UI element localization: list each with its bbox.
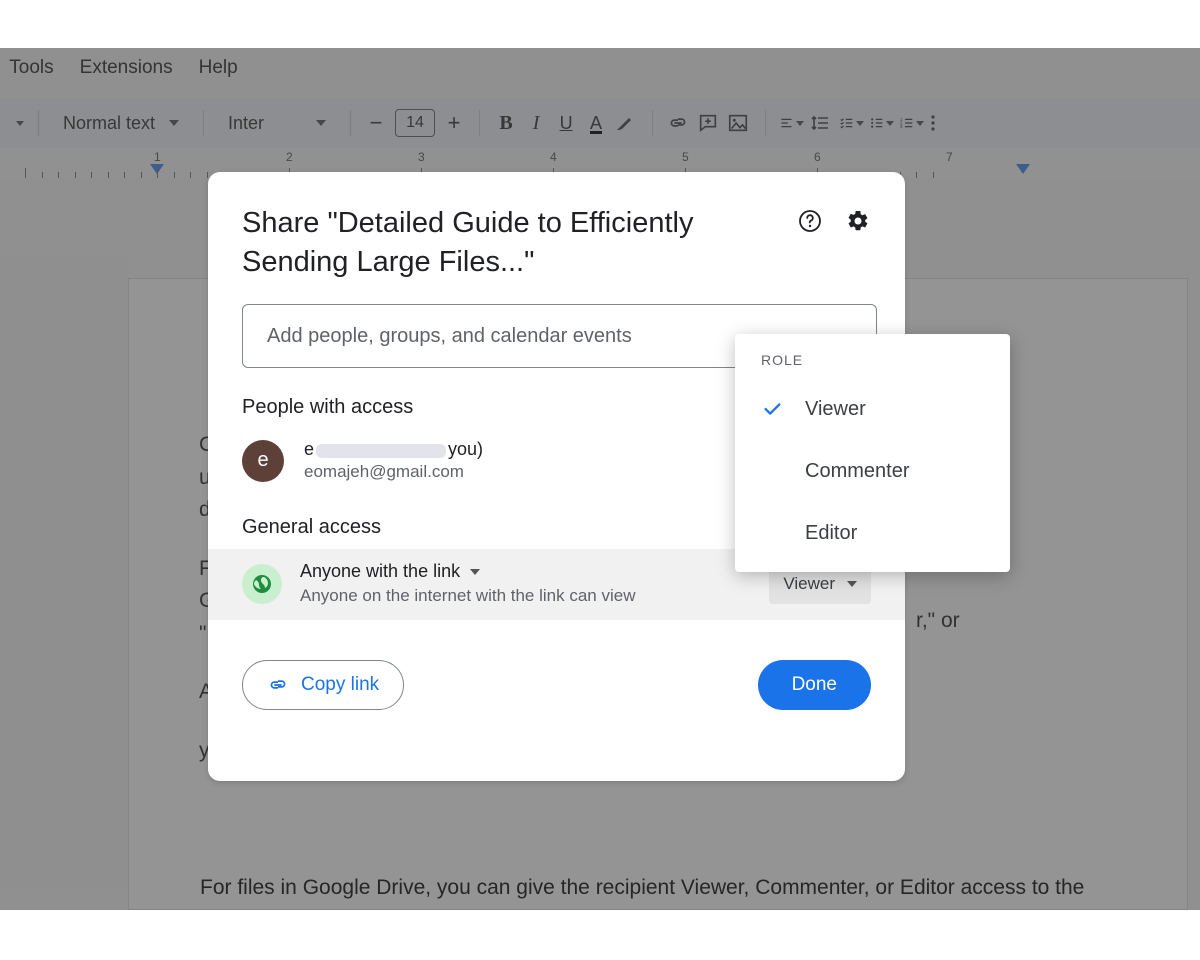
link-role-label: Viewer <box>783 574 835 594</box>
role-option-viewer[interactable]: Viewer <box>735 378 1010 440</box>
help-icon[interactable] <box>797 208 823 234</box>
role-option-editor[interactable]: Editor <box>735 502 1010 564</box>
document-text-below: For files in Google Drive, you can give … <box>200 876 1120 900</box>
role-option-commenter[interactable]: Commenter <box>735 440 1010 502</box>
owner-email: eomajeh@gmail.com <box>304 462 483 482</box>
app-root: t Tools Extensions Help Normal text Inte… <box>0 0 1200 960</box>
role-menu: ROLE Viewer Commenter Editor <box>735 334 1010 572</box>
link-access-subtitle: Anyone on the internet with the link can… <box>300 586 635 606</box>
role-option-label: Editor <box>805 522 857 545</box>
owner-name: eyou) <box>304 439 483 460</box>
role-menu-label: ROLE <box>735 348 1010 378</box>
redacted-name <box>316 444 446 458</box>
check-icon <box>761 398 783 420</box>
done-button[interactable]: Done <box>758 660 871 710</box>
copy-link-label: Copy link <box>301 674 379 696</box>
avatar: e <box>242 440 284 482</box>
copy-link-button[interactable]: Copy link <box>242 660 404 710</box>
settings-icon[interactable] <box>845 208 871 234</box>
link-access-label: Anyone with the link <box>300 561 460 582</box>
chevron-down-icon <box>470 569 480 575</box>
chevron-down-icon <box>847 581 857 587</box>
add-people-placeholder: Add people, groups, and calendar events <box>267 325 632 348</box>
link-access-dropdown[interactable]: Anyone with the link <box>300 561 635 582</box>
globe-icon <box>242 564 282 604</box>
link-icon <box>267 674 289 696</box>
dialog-title: Share "Detailed Guide to Efficiently Sen… <box>242 204 762 282</box>
role-option-label: Viewer <box>805 398 866 421</box>
role-option-label: Commenter <box>805 460 909 483</box>
